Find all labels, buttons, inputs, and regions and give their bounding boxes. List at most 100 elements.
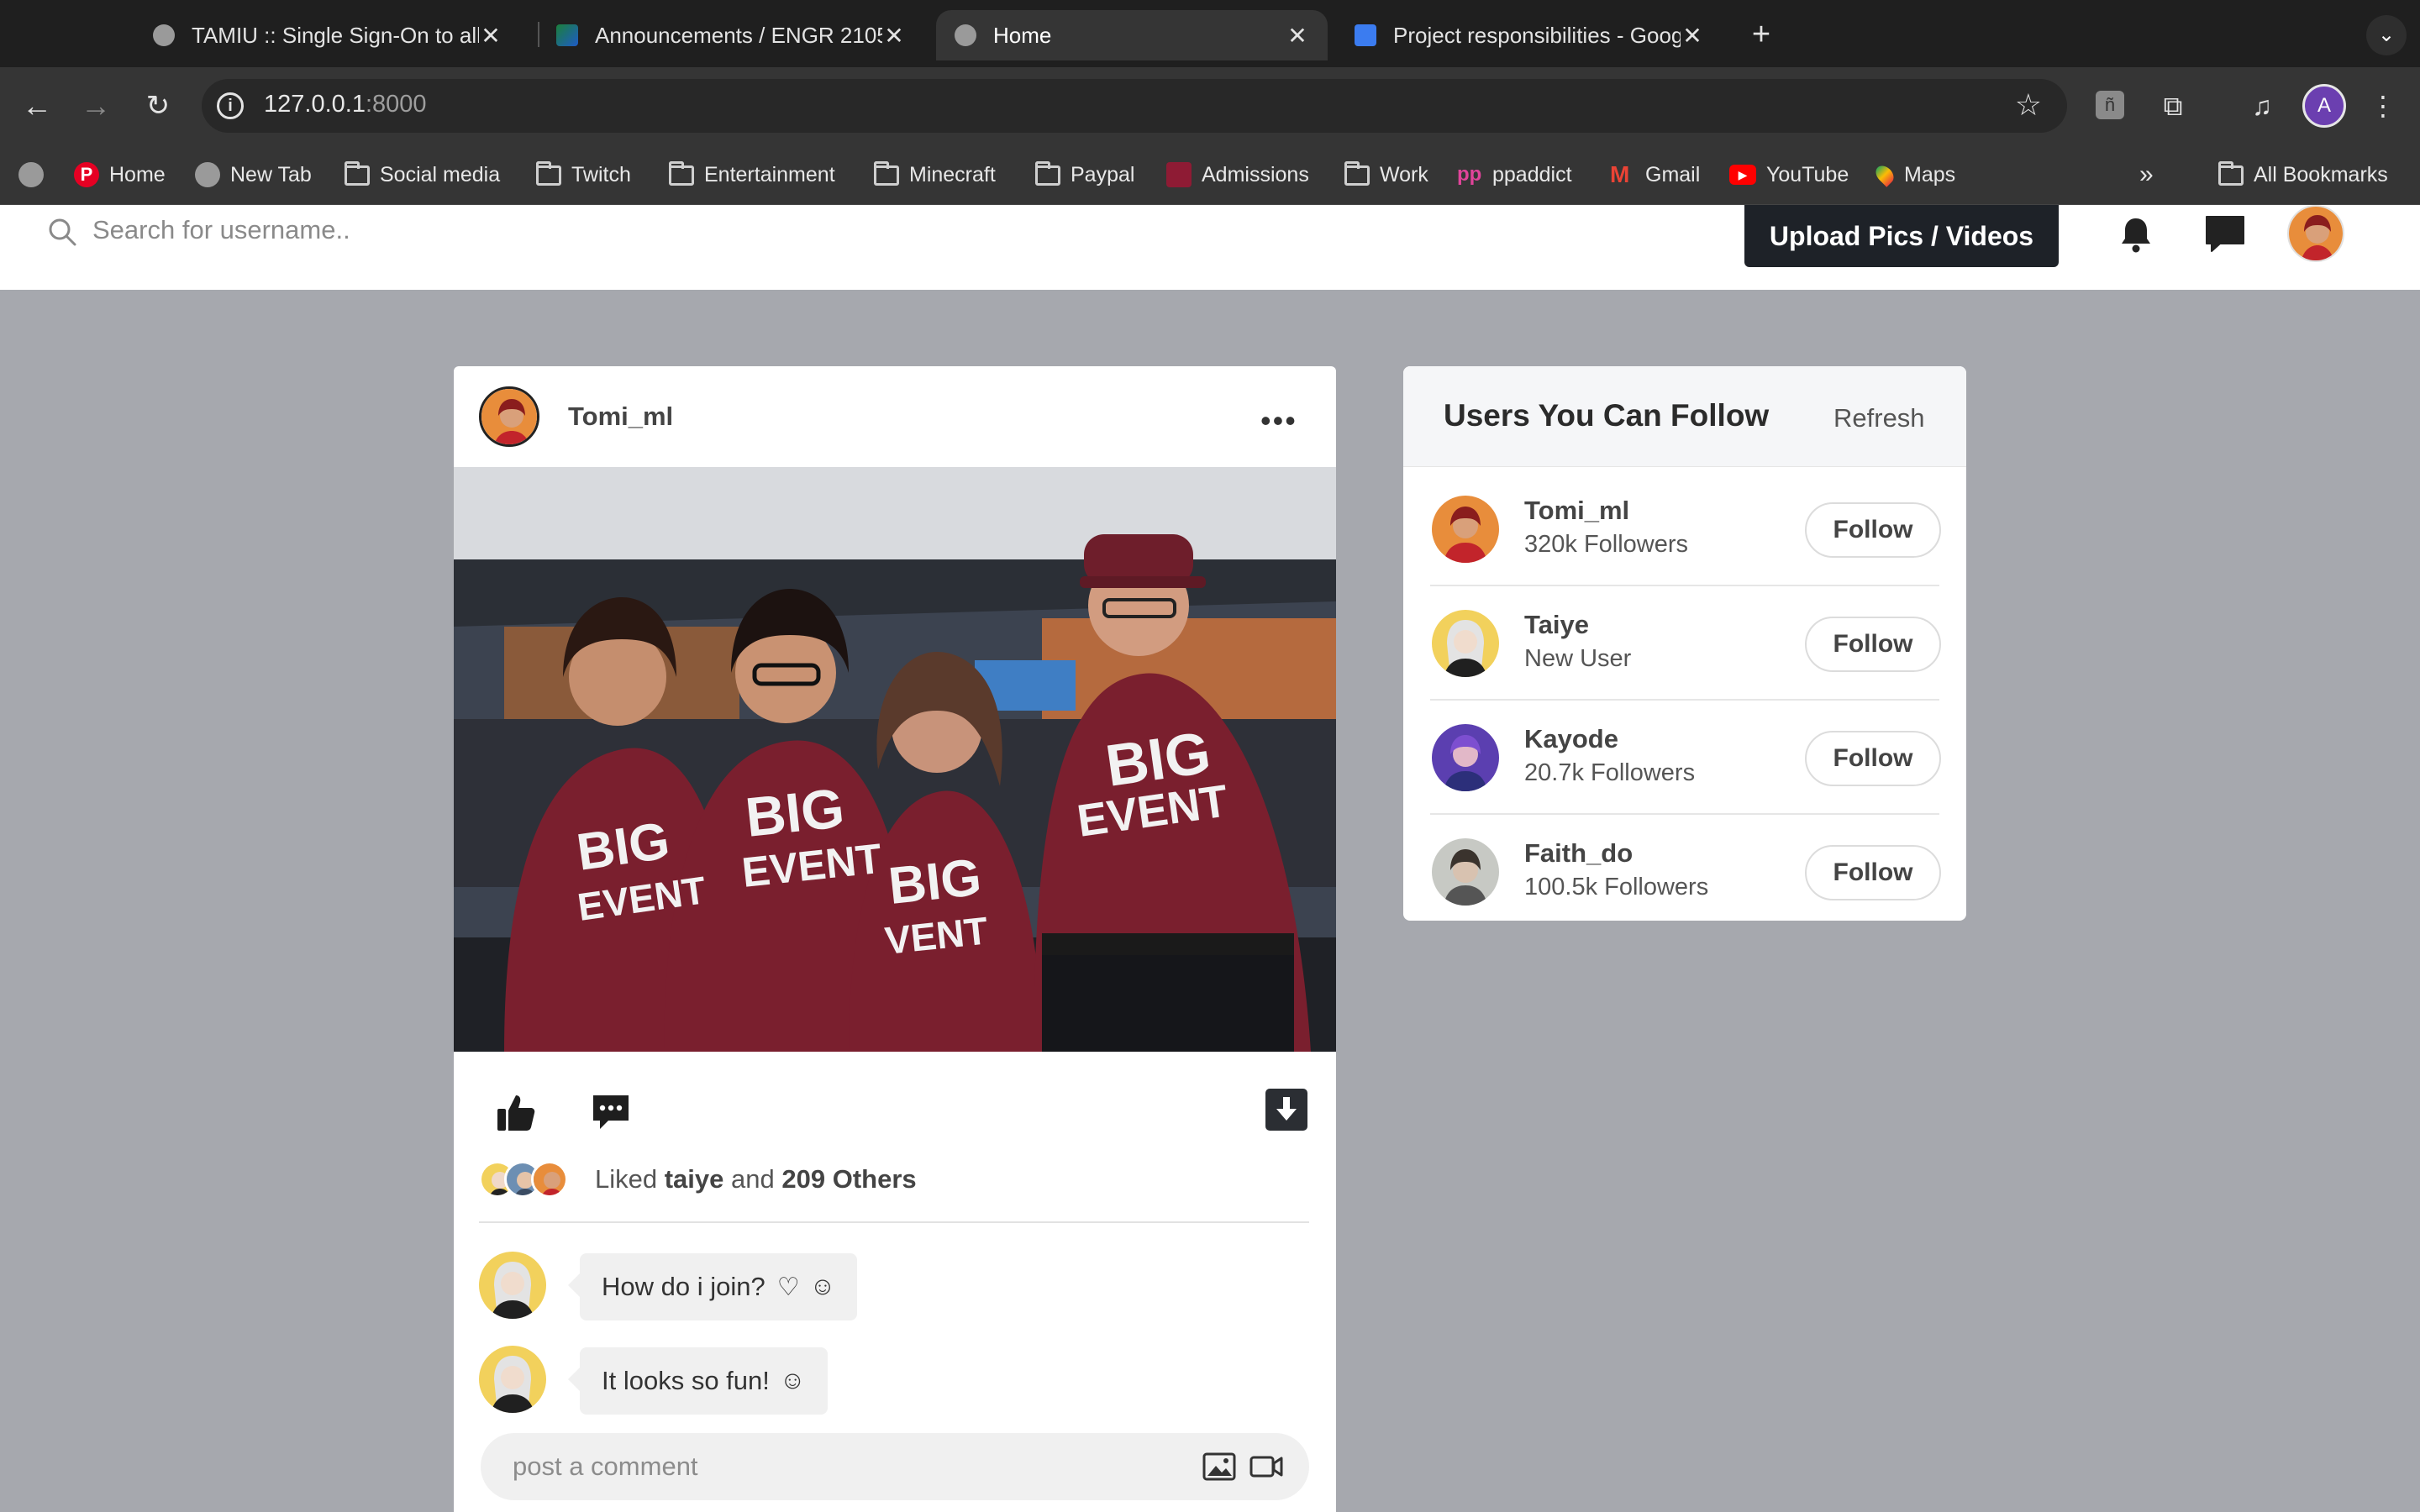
apps-globe-icon[interactable]	[18, 156, 54, 193]
close-tab-icon[interactable]: ✕	[479, 22, 502, 50]
media-controls-icon[interactable]: ♫	[2244, 87, 2281, 124]
bookmark-gmail[interactable]: M Gmail	[1610, 156, 1700, 193]
gmail-icon: M	[1610, 161, 1630, 187]
follow-button[interactable]: Follow	[1805, 617, 1941, 672]
image-upload-icon[interactable]	[1202, 1450, 1237, 1483]
reload-icon[interactable]: ↻	[138, 86, 178, 126]
address-bar[interactable]: i 127.0.0.1:8000 ☆	[202, 79, 2067, 133]
close-tab-icon[interactable]: ✕	[882, 22, 906, 50]
bookmark-ppaddict[interactable]: pp ppaddict	[1457, 156, 1572, 193]
more-bookmarks-chevron-icon[interactable]: »	[2139, 156, 2154, 193]
forward-arrow-icon[interactable]: →	[76, 86, 116, 126]
bookmark-minecraft[interactable]: Minecraft	[874, 156, 996, 193]
suggested-user-avatar[interactable]	[1432, 496, 1499, 563]
site-info-icon[interactable]: i	[217, 92, 244, 119]
search-icon	[49, 218, 76, 246]
bookmark-admissions[interactable]: Admissions	[1166, 156, 1309, 193]
thumbs-up-icon[interactable]	[496, 1092, 536, 1132]
tab-title: TAMIU :: Single Sign-On to all	[192, 22, 479, 48]
upload-button[interactable]: Upload Pics / Videos	[1744, 205, 2059, 267]
comment-icon[interactable]	[590, 1092, 632, 1132]
bookmark-entertainment[interactable]: Entertainment	[669, 156, 835, 193]
bookmark-label: Work	[1380, 162, 1428, 186]
profile-avatar[interactable]: A	[2302, 84, 2346, 128]
suggested-user-avatar[interactable]	[1432, 724, 1499, 791]
extensions-puzzle-icon[interactable]: ⧉	[2154, 87, 2191, 124]
bookmark-social-media[interactable]: Social media	[345, 156, 500, 193]
suggested-user-avatar[interactable]	[1432, 610, 1499, 677]
liked-user[interactable]: taiye	[665, 1164, 724, 1194]
user-avatar[interactable]	[2287, 205, 2344, 262]
liked-prefix: Liked	[595, 1164, 658, 1194]
new-tab-icon[interactable]: +	[1744, 18, 1778, 52]
follow-button[interactable]: Follow	[1805, 502, 1941, 558]
browser-tab-bar: TAMIU :: Single Sign-On to all ✕ Announc…	[0, 0, 2420, 67]
more-options-icon[interactable]: •••	[1260, 403, 1297, 438]
post-header: Tomi_ml •••	[454, 366, 1336, 467]
browser-menu-icon[interactable]: ⋮	[2365, 87, 2402, 124]
video-upload-icon[interactable]	[1249, 1450, 1284, 1483]
bell-icon[interactable]	[2112, 212, 2160, 259]
tab-announcements[interactable]: Announcements / ENGR 2105 ✕	[538, 10, 924, 60]
bookmark-label: ppaddict	[1492, 162, 1572, 186]
emoji-icon[interactable]: ☺	[780, 1367, 806, 1395]
download-icon[interactable]	[1265, 1089, 1307, 1131]
bookmark-maps[interactable]: Maps	[1872, 156, 1955, 193]
bookmark-twitch[interactable]: Twitch	[536, 156, 631, 193]
liked-others-count[interactable]: 209 Others	[781, 1164, 916, 1194]
refresh-button[interactable]: Refresh	[1833, 403, 1925, 433]
app-header: Upload Pics / Videos	[0, 205, 2420, 290]
back-arrow-icon[interactable]: ←	[17, 86, 57, 126]
maps-icon	[1872, 162, 1897, 187]
bookmark-home[interactable]: P Home	[74, 156, 166, 193]
all-bookmarks[interactable]: All Bookmarks	[2218, 156, 2388, 193]
extension-icon[interactable]: ñ	[2096, 91, 2124, 119]
tab-search-chevron-icon[interactable]: ⌄	[2366, 15, 2407, 55]
bookmark-new-tab[interactable]: New Tab	[195, 156, 312, 193]
post-author-avatar[interactable]	[479, 386, 539, 447]
search-input[interactable]	[92, 212, 849, 249]
tab-title: Announcements / ENGR 2105	[595, 22, 882, 48]
close-tab-icon[interactable]: ✕	[1286, 22, 1309, 50]
liked-and: and	[731, 1164, 775, 1194]
url-host: 127.0.0.1	[264, 91, 366, 118]
folder-icon	[2218, 161, 2244, 187]
commenter-avatar[interactable]	[479, 1346, 546, 1413]
bookmark-star-icon[interactable]: ☆	[2015, 87, 2042, 123]
suggested-user-name[interactable]: Kayode	[1524, 724, 1618, 754]
url-port: :8000	[365, 91, 427, 118]
follow-button[interactable]: Follow	[1805, 731, 1941, 786]
comment-input[interactable]	[513, 1448, 1151, 1485]
suggested-user-name[interactable]: Taiye	[1524, 610, 1589, 640]
bookmark-label: Entertainment	[704, 162, 835, 186]
tab-title: Home	[993, 22, 1052, 48]
suggested-user-followers: 100.5k Followers	[1524, 874, 1709, 900]
bookmark-paypal[interactable]: Paypal	[1035, 156, 1134, 193]
suggested-user: Tomi_ml 320k Followers Follow	[1430, 474, 1941, 586]
heart-icon[interactable]: ♡	[777, 1273, 800, 1302]
globe-icon	[955, 24, 976, 46]
docs-icon	[1355, 24, 1376, 46]
url-text: 127.0.0.1:8000	[264, 91, 427, 118]
likes-summary[interactable]: Liked taiye and 209 Others	[479, 1161, 1319, 1218]
suggested-user-name[interactable]: Tomi_ml	[1524, 496, 1629, 526]
comment-item: How do i join? ♡ ☺	[479, 1252, 1311, 1322]
follow-button[interactable]: Follow	[1805, 845, 1941, 900]
close-tab-icon[interactable]: ✕	[1681, 22, 1704, 50]
bookmark-label: Admissions	[1202, 162, 1309, 186]
folder-icon	[874, 161, 899, 187]
bookmark-work[interactable]: Work	[1344, 156, 1428, 193]
suggested-user-avatar[interactable]	[1432, 838, 1499, 906]
folder-icon	[536, 161, 561, 187]
tab-tamiu[interactable]: TAMIU :: Single Sign-On to all ✕	[134, 10, 521, 60]
bookmark-youtube[interactable]: ▶ YouTube	[1729, 156, 1849, 193]
suggested-user-followers: New User	[1524, 645, 1632, 672]
comment-text: It looks so fun!	[602, 1366, 770, 1395]
emoji-icon[interactable]: ☺	[810, 1273, 836, 1301]
tab-project-doc[interactable]: Project responsibilities - Goog ✕	[1336, 10, 1723, 60]
messages-icon[interactable]	[2202, 212, 2249, 259]
suggested-user-name[interactable]: Faith_do	[1524, 838, 1633, 869]
commenter-avatar[interactable]	[479, 1252, 546, 1319]
tab-home[interactable]: Home ✕	[936, 10, 1328, 60]
post-author-name[interactable]: Tomi_ml	[568, 402, 673, 432]
